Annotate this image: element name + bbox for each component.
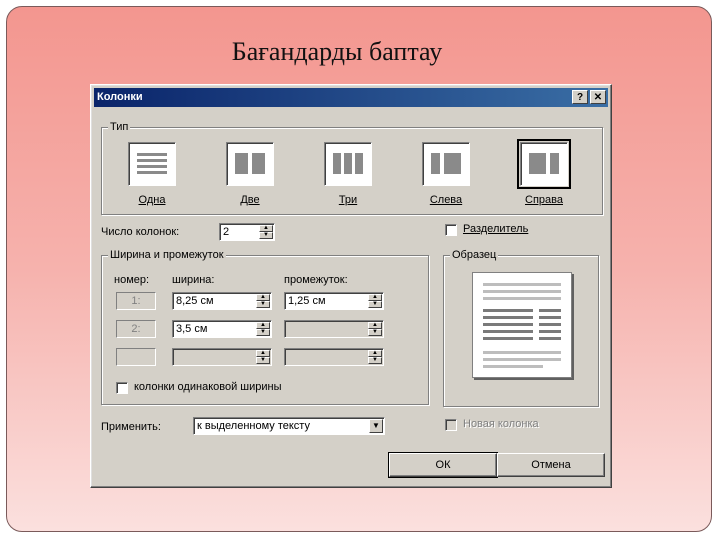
row2-number: 2: (116, 320, 156, 338)
row1-gap-spinner[interactable]: ▲ ▼ (368, 294, 382, 308)
preset-right-icon (517, 139, 571, 189)
row3-width-input[interactable]: ▲ ▼ (172, 348, 272, 366)
preset-right-label: Справа (525, 194, 563, 206)
col-header-width: ширина: (172, 274, 215, 286)
num-columns-value: 2 (223, 226, 230, 238)
num-columns-label: Число колонок: (101, 226, 180, 238)
row3-gap-spinner[interactable]: ▲ ▼ (368, 350, 382, 364)
columns-dialog: Колонки ? ✕ Тип Одна Две Три Слева Справ… (90, 84, 612, 488)
apply-select[interactable]: к выделенному тексту ▼ (193, 417, 385, 435)
row2-width-spinner[interactable]: ▲ ▼ (256, 322, 270, 336)
preset-three-label: Три (338, 194, 358, 206)
row3-width-spinner[interactable]: ▲ ▼ (256, 350, 270, 364)
apply-select-value: к выделенному тексту (197, 420, 310, 432)
preset-one-label: Одна (138, 194, 166, 206)
new-column-label: Новая колонка (463, 418, 539, 430)
row2-width-value: 3,5 см (176, 323, 208, 335)
slide-title: Бағандарды баптау (231, 37, 443, 66)
row3-number (116, 348, 156, 366)
width-spacing-group-label: Ширина и промежуток (108, 249, 226, 261)
col-header-number: номер: (114, 274, 150, 286)
preset-one[interactable]: Одна (120, 142, 184, 206)
new-column-checkbox[interactable] (445, 419, 457, 431)
separator-checkbox[interactable] (445, 224, 457, 236)
type-group: Тип Одна Две Три Слева Справа (101, 121, 603, 215)
apply-dropdown-icon[interactable]: ▼ (369, 419, 383, 433)
preview-page (472, 272, 572, 378)
num-columns-input[interactable]: 2 ▲ ▼ (219, 223, 275, 241)
row1-width-spinner[interactable]: ▲ ▼ (256, 294, 270, 308)
cancel-button[interactable]: Отмена (497, 453, 605, 477)
preset-two[interactable]: Две (218, 142, 282, 206)
dialog-titlebar: Колонки ? ✕ (94, 88, 608, 107)
preview-group: Образец (443, 249, 599, 407)
row2-gap-input[interactable]: ▲ ▼ (284, 320, 384, 338)
preset-right[interactable]: Справа (512, 139, 576, 206)
preset-left-label: Слева (429, 194, 463, 206)
preset-two-label: Две (240, 194, 260, 206)
dialog-title: Колонки (97, 91, 143, 103)
ok-button[interactable]: ОК (388, 452, 498, 478)
num-columns-spinner[interactable]: ▲ ▼ (259, 225, 273, 239)
preset-one-icon (128, 142, 176, 186)
preset-left-icon (422, 142, 470, 186)
row2-gap-spinner[interactable]: ▲ ▼ (368, 322, 382, 336)
row1-number: 1: (116, 292, 156, 310)
equal-width-checkbox[interactable] (116, 382, 128, 394)
row2-width-input[interactable]: 3,5 см ▲ ▼ (172, 320, 272, 338)
separator-label: Разделитель (463, 223, 529, 235)
help-button[interactable]: ? (572, 90, 588, 104)
type-group-label: Тип (108, 121, 131, 133)
preset-three[interactable]: Три (316, 142, 380, 206)
row1-width-value: 8,25 см (176, 295, 214, 307)
width-spacing-group: Ширина и промежуток номер: ширина: проме… (101, 249, 429, 405)
row1-width-input[interactable]: 8,25 см ▲ ▼ (172, 292, 272, 310)
apply-label: Применить: (101, 421, 161, 433)
preset-three-icon (324, 142, 372, 186)
preview-group-label: Образец (450, 249, 499, 261)
row1-gap-input[interactable]: 1,25 см ▲ ▼ (284, 292, 384, 310)
preset-left[interactable]: Слева (414, 142, 478, 206)
row3-gap-input[interactable]: ▲ ▼ (284, 348, 384, 366)
preset-two-icon (226, 142, 274, 186)
close-button[interactable]: ✕ (590, 90, 606, 104)
col-header-gap: промежуток: (284, 274, 348, 286)
row1-gap-value: 1,25 см (288, 295, 326, 307)
equal-width-label: колонки одинаковой ширины (134, 381, 282, 393)
